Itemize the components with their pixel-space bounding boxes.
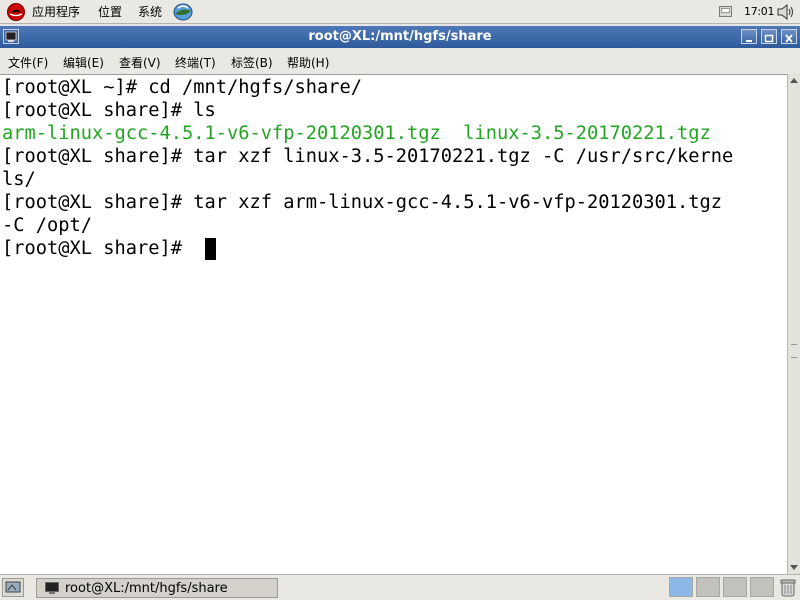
scroll-up-icon[interactable] — [790, 78, 798, 83]
clock[interactable]: 17:01 — [744, 5, 775, 18]
places-menu[interactable]: 位置 — [98, 4, 122, 20]
menu-view[interactable]: 查看(V) — [119, 54, 161, 71]
terminal-window: root@XL:/mnt/hgfs/share 文件(F) 编辑(E) 查看(V… — [0, 26, 800, 574]
menu-help[interactable]: 帮助(H) — [287, 54, 329, 71]
terminal-prompt: [root@XL share]# — [2, 238, 194, 259]
terminal-line: [root@XL share]# tar xzf arm-linux-gcc-4… — [2, 192, 723, 213]
scroll-down-icon[interactable] — [790, 565, 798, 570]
notification-icon[interactable] — [719, 6, 732, 17]
workspace-3[interactable] — [723, 577, 747, 597]
maximize-button[interactable] — [761, 29, 777, 44]
browser-icon[interactable] — [172, 2, 194, 22]
workspace-2[interactable] — [696, 577, 720, 597]
terminal-line: ls/ — [2, 169, 36, 190]
window-titlebar[interactable]: root@XL:/mnt/hgfs/share — [0, 26, 800, 48]
redhat-logo-icon[interactable] — [7, 3, 25, 21]
menu-tabs[interactable]: 标签(B) — [231, 54, 273, 71]
terminal-line-ls-output: arm-linux-gcc-4.5.1-v6-vfp-20120301.tgz … — [2, 123, 711, 144]
maximize-icon — [764, 34, 774, 43]
terminal-icon — [45, 582, 59, 594]
scrollbar-thumb[interactable] — [791, 344, 797, 358]
workspace-1[interactable] — [669, 577, 693, 597]
menu-edit[interactable]: 编辑(E) — [63, 54, 104, 71]
scrollbar[interactable] — [787, 74, 800, 574]
terminal-line: [root@XL ~]# cd /mnt/hgfs/share/ — [2, 77, 363, 98]
terminal-cursor — [205, 238, 216, 260]
terminal-line: [root@XL share]# tar xzf linux-3.5-20170… — [2, 146, 734, 167]
terminal-line: [root@XL share]# ls — [2, 100, 216, 121]
taskbar-window-label: root@XL:/mnt/hgfs/share — [65, 581, 228, 596]
close-icon — [785, 34, 793, 43]
show-desktop-button[interactable] — [2, 578, 24, 597]
volume-icon[interactable] — [776, 3, 796, 21]
terminal-line: -C /opt/ — [2, 215, 93, 236]
show-desktop-icon — [5, 581, 21, 593]
trash-icon[interactable] — [780, 578, 796, 597]
menu-terminal[interactable]: 终端(T) — [175, 54, 216, 71]
system-menu[interactable]: 系统 — [138, 4, 162, 20]
minimize-button[interactable] — [741, 29, 757, 44]
menu-file[interactable]: 文件(F) — [8, 54, 48, 71]
applications-menu[interactable]: 应用程序 — [32, 4, 80, 20]
top-panel: 应用程序 位置 系统 17:01 — [0, 0, 800, 24]
close-button[interactable] — [781, 29, 797, 44]
menu-bar: 文件(F) 编辑(E) 查看(V) 终端(T) 标签(B) 帮助(H) — [0, 48, 800, 73]
taskbar-window-button[interactable]: root@XL:/mnt/hgfs/share — [36, 578, 278, 598]
terminal-area[interactable]: [root@XL ~]# cd /mnt/hgfs/share/ [root@X… — [0, 74, 787, 574]
minimize-icon — [746, 40, 752, 42]
bottom-panel: root@XL:/mnt/hgfs/share — [0, 574, 800, 600]
window-title: root@XL:/mnt/hgfs/share — [308, 29, 492, 44]
workspace-4[interactable] — [750, 577, 774, 597]
